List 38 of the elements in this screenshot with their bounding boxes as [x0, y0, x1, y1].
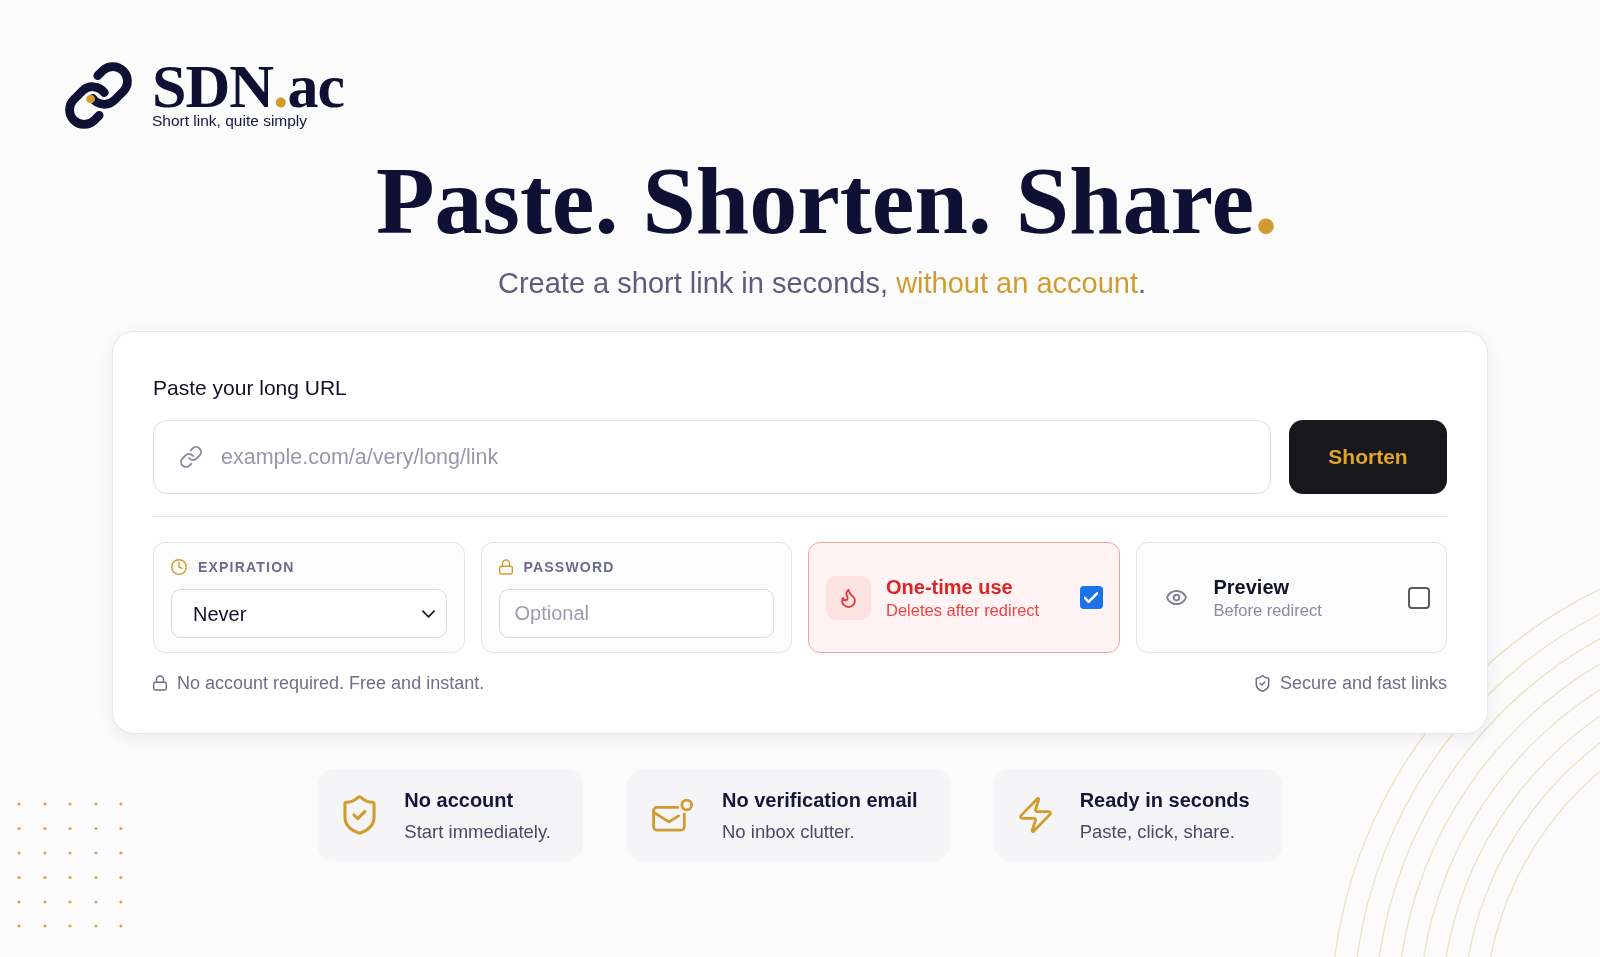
- option-label: EXPIRATION: [198, 557, 295, 577]
- shield-check-icon: [1254, 674, 1270, 692]
- option-title: One-time use: [886, 575, 1013, 599]
- url-field-label: Paste your long URL: [153, 375, 347, 401]
- subtitle: Create a short link in seconds, without an account.: [497, 266, 1146, 300]
- feature-subtitle: Start immediately.: [404, 820, 551, 843]
- feature-subtitle: No inbox clutter.: [722, 820, 855, 843]
- eye-icon: [1165, 590, 1187, 605]
- checkbox[interactable]: [1079, 586, 1103, 609]
- url-input-field[interactable]: example.com/a/very/long/link: [153, 420, 1271, 494]
- clock-icon: [171, 559, 187, 575]
- brand-name: SDN.ac: [152, 60, 345, 112]
- footnote-text: No account required. Free and instant.: [177, 673, 485, 693]
- shield-check-icon: [343, 795, 377, 835]
- shorten-button[interactable]: Shorten: [1289, 420, 1447, 494]
- option-label: PASSWORD: [523, 557, 615, 577]
- password-field[interactable]: Optional: [498, 589, 774, 638]
- link-icon: [180, 446, 202, 468]
- feature-subtitle: Paste, click, share.: [1079, 820, 1235, 843]
- chain-link-logo-icon: [65, 61, 132, 129]
- headline: Paste. Shorten. Share.: [375, 151, 1279, 251]
- checkmark-icon: [1084, 592, 1098, 603]
- feature-title: Ready in seconds: [1079, 787, 1250, 812]
- lock-icon: [153, 675, 167, 691]
- flame-icon: [826, 575, 871, 620]
- lightning-icon: [1018, 795, 1052, 835]
- brand-tagline: Short link, quite simply: [152, 112, 308, 130]
- expiration-select[interactable]: Never: [171, 589, 447, 638]
- envelope-dot-icon: [652, 796, 694, 834]
- feature-title: No verification email: [722, 787, 918, 812]
- option-subtitle: Deletes after redirect: [886, 601, 1040, 620]
- lock-icon: [498, 559, 513, 575]
- option-subtitle: Before redirect: [1213, 601, 1322, 620]
- feature-title: No account: [404, 787, 514, 812]
- footnote-text: Secure and fast links: [1279, 673, 1447, 693]
- chevron-down-icon: [421, 609, 435, 618]
- option-title: Preview: [1213, 575, 1290, 599]
- checkbox[interactable]: [1408, 586, 1430, 609]
